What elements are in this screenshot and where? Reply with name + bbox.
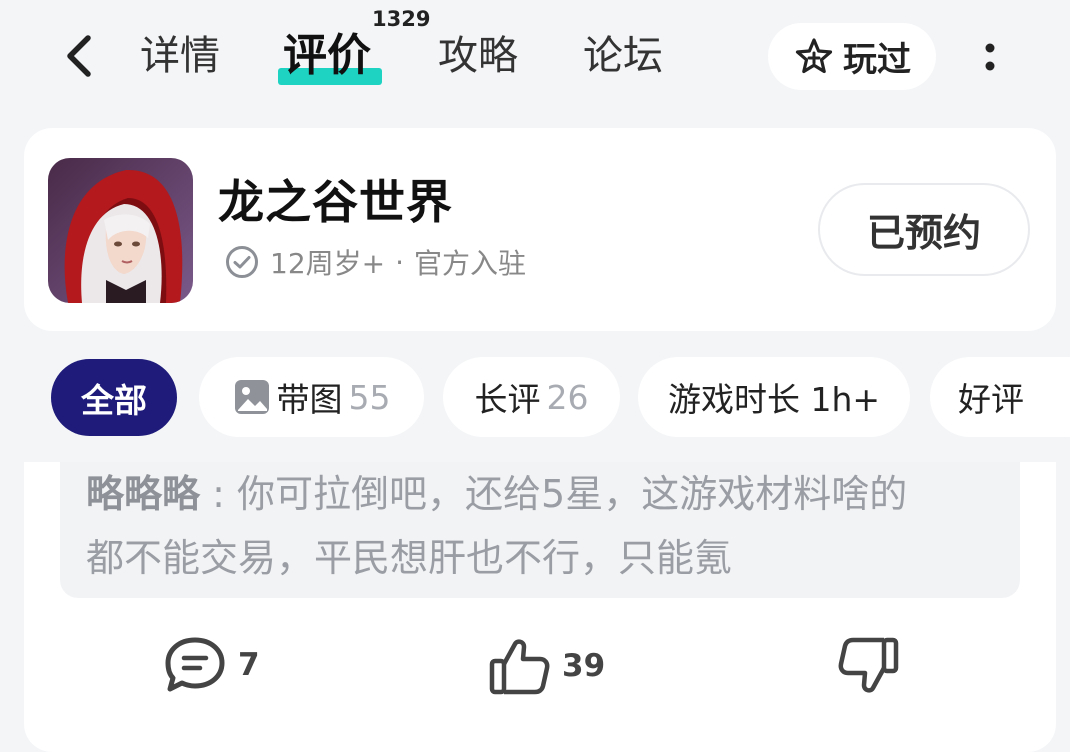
filter-label: 全部 (81, 380, 147, 420)
review-card: 略略略 : 你可拉倒吧，还给5星，这游戏材料啥的 都不能交易，平民想肝也不行，只… (24, 462, 1056, 752)
comment-count: 7 (238, 647, 260, 683)
filter-label: 带图 (276, 380, 343, 419)
age-rating: 12周岁+ (270, 247, 386, 280)
filter-long-review[interactable]: 长评 26 (443, 357, 620, 437)
check-circle-icon (226, 246, 258, 278)
filter-with-image[interactable]: 带图 55 (199, 357, 424, 437)
tab-review[interactable]: 评价 (283, 30, 371, 82)
played-button[interactable]: 玩过 (768, 23, 936, 90)
filter-label: 长评 (474, 380, 541, 419)
filter-playtime[interactable]: 游戏时长 1h+ (638, 357, 910, 437)
filter-positive[interactable]: 好评 (930, 357, 1070, 437)
thumbs-up-icon (489, 639, 550, 695)
tab-detail[interactable]: 详情 (140, 30, 220, 82)
quoted-reply[interactable]: 略略略 : 你可拉倒吧，还给5星，这游戏材料啥的 都不能交易，平民想肝也不行，只… (60, 462, 1020, 598)
image-icon (234, 380, 269, 414)
like-button[interactable]: 39 (488, 634, 605, 698)
review-count-badge: 1329 (372, 7, 431, 31)
quote-line-2: 都不能交易，平民想肝也不行，只能氪 (86, 536, 733, 580)
review-actions: 7 39 (24, 634, 1056, 704)
back-button[interactable] (58, 30, 102, 82)
more-options-button[interactable] (974, 36, 1006, 80)
more-vertical-icon (985, 43, 995, 71)
game-title: 龙之谷世界 (218, 175, 453, 229)
top-nav-bar: 详情 评价 1329 攻略 论坛 玩过 (0, 0, 1070, 115)
game-info-card: 龙之谷世界 12周岁+ · 官方入驻 已预约 (24, 128, 1056, 331)
filter-count: 26 (546, 377, 589, 417)
like-count: 39 (562, 648, 606, 684)
star-plus-icon (795, 37, 833, 73)
chevron-left-icon (67, 35, 91, 77)
quote-colon: : (212, 472, 225, 516)
dislike-button[interactable] (836, 634, 900, 698)
quote-author[interactable]: 略略略 (86, 472, 200, 516)
thumbs-down-icon (838, 637, 899, 693)
quote-text: 你可拉倒吧，还给5星，这游戏材料啥的 (237, 472, 908, 516)
official-label: 官方入驻 (414, 247, 527, 280)
tab-guide[interactable]: 攻略 (438, 30, 518, 82)
meta-separator: · (395, 245, 404, 279)
filter-all[interactable]: 全部 (51, 359, 177, 436)
game-icon[interactable] (48, 158, 193, 303)
tab-forum[interactable]: 论坛 (583, 30, 663, 82)
filter-count: 55 (348, 377, 391, 417)
quote-line-1: 略略略 : 你可拉倒吧，还给5星，这游戏材料啥的 (86, 462, 994, 526)
reserved-button[interactable]: 已预约 (818, 183, 1030, 276)
comment-button[interactable]: 7 (162, 634, 260, 696)
filter-label: 游戏时长 1h+ (667, 380, 881, 419)
review-filter-bar: 全部 带图 55 长评 26 游戏时长 1h+ 好评 (0, 355, 1070, 439)
comment-icon (165, 637, 225, 692)
played-label: 玩过 (843, 40, 911, 80)
filter-label: 好评 (958, 380, 1024, 419)
game-meta: 12周岁+ · 官方入驻 (224, 242, 526, 282)
